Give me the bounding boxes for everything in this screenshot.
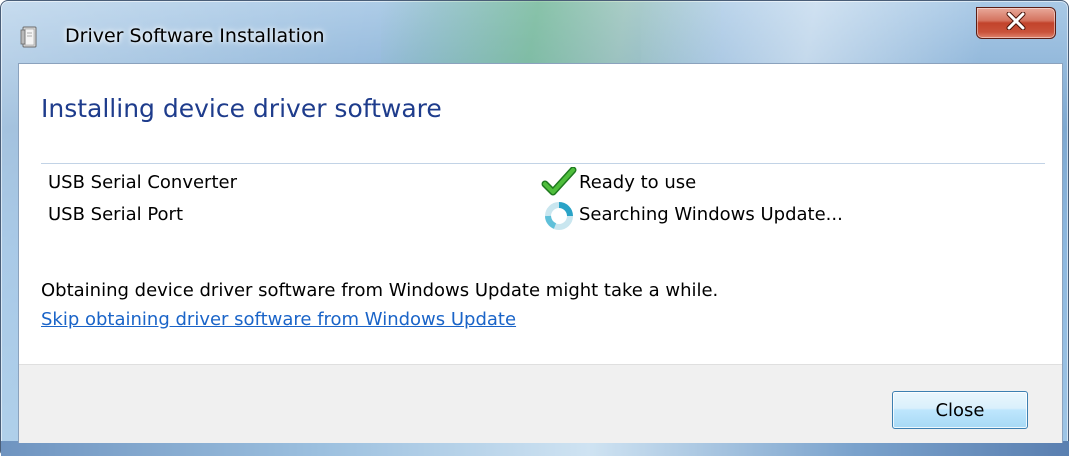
window-bottom-edge <box>1 441 1069 456</box>
divider <box>41 163 1045 164</box>
device-name-usb-serial-converter: USB Serial Converter <box>48 172 237 193</box>
status-searching: Searching Windows Update... <box>579 204 843 225</box>
green-checkmark-icon <box>541 166 577 199</box>
dialog-content: Installing device driver software USB Se… <box>18 63 1063 443</box>
close-x-icon <box>1005 11 1027 34</box>
page-title: Installing device driver software <box>41 94 442 123</box>
window-frame: Driver Software Installation Installing … <box>0 0 1069 456</box>
device-name-usb-serial-port: USB Serial Port <box>48 204 184 225</box>
status-ready: Ready to use <box>579 172 697 193</box>
glass-highlight <box>641 1 981 63</box>
dialog-footer: Close <box>19 364 1062 443</box>
busy-ring-icon <box>541 200 577 232</box>
info-text: Obtaining device driver software from Wi… <box>41 280 719 301</box>
skip-windows-update-link[interactable]: Skip obtaining driver software from Wind… <box>41 309 516 330</box>
window-close-button[interactable] <box>976 7 1056 39</box>
close-button[interactable]: Close <box>892 391 1028 429</box>
window-title: Driver Software Installation <box>65 25 325 47</box>
driver-installer-icon <box>19 25 41 49</box>
